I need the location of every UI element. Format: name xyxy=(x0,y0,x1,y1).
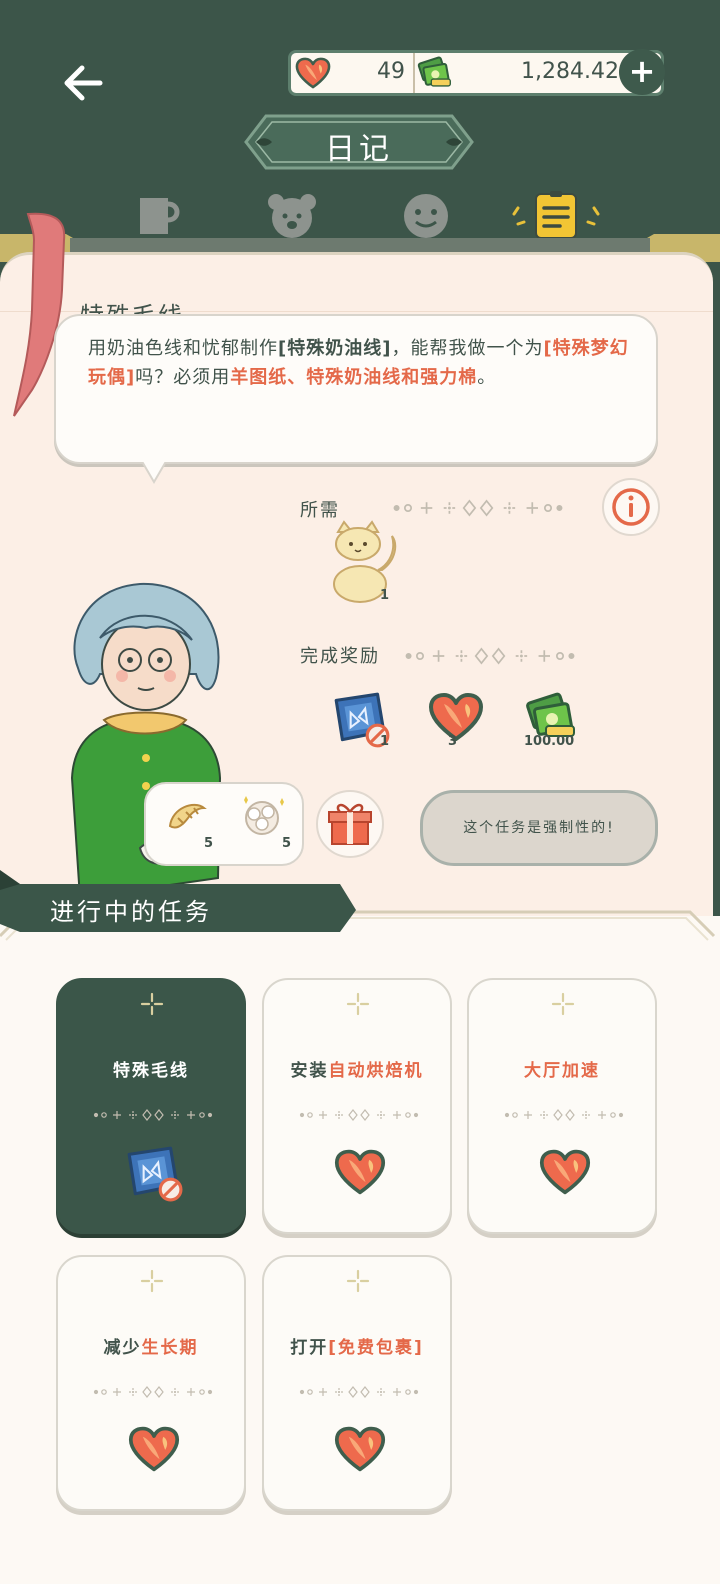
heart-icon xyxy=(539,1148,591,1196)
task-card-reduce-growth[interactable]: 减少生长期 xyxy=(56,1255,246,1511)
heart-icon xyxy=(295,55,331,91)
dialog-bubble: 用奶油色线和忧郁制作[特殊奶油线]，能帮我做一个为[特殊梦幻玩偶]吗？必须用羊图… xyxy=(54,314,658,464)
card-title-part: 安装 xyxy=(290,1061,329,1081)
card-title-highlight: 自动烘焙机 xyxy=(328,1061,424,1081)
sparkle-icon xyxy=(346,1269,370,1293)
back-button[interactable] xyxy=(58,58,108,108)
divider xyxy=(393,499,563,517)
divider xyxy=(299,1108,419,1122)
dialog-text-part: 。 xyxy=(477,367,497,388)
card-title-part: 减少 xyxy=(103,1338,142,1358)
divider xyxy=(93,1108,213,1122)
card-title: 安装自动烘焙机 xyxy=(264,1056,450,1081)
arrow-left-icon xyxy=(64,65,103,101)
bubble-tail xyxy=(140,458,170,484)
cotton-icon xyxy=(244,796,284,835)
info-button[interactable] xyxy=(602,478,660,536)
resource-bar: 49 1,284.42 + xyxy=(288,49,665,96)
gift-qty: 5 xyxy=(204,836,214,851)
money-icon xyxy=(415,55,453,91)
card-title: 打开[免费包裹] xyxy=(264,1333,450,1358)
card-title-part: 打开 xyxy=(290,1338,329,1358)
section-title: 进行中的任务 xyxy=(50,898,212,926)
dialog-text-part: ，能帮我做一个为 xyxy=(391,338,544,359)
divider xyxy=(299,1385,419,1399)
gift-items-bubble: 5 5 xyxy=(144,782,304,866)
reward-qty: 1 xyxy=(380,734,390,749)
reward-qty: 100.00 xyxy=(524,734,575,749)
task-card-special-yarn[interactable]: 特殊毛线 xyxy=(56,978,246,1234)
heart-icon xyxy=(334,1148,386,1196)
info-icon xyxy=(612,488,650,526)
page-title: 日记 xyxy=(325,132,393,167)
card-title: 大厅加速 xyxy=(524,1061,600,1081)
dialog-highlight: [特殊奶油线] xyxy=(278,338,392,359)
dialog-highlight: 羊图纸、特殊奶油线和强力棉 xyxy=(230,367,478,388)
card-title-highlight: [免费包裹] xyxy=(328,1338,424,1358)
sparkle-icon xyxy=(140,1269,164,1293)
card-title: 特殊毛线 xyxy=(113,1061,189,1081)
sparkle-icon xyxy=(551,992,575,1016)
card-title-highlight: 生长期 xyxy=(141,1338,199,1358)
divider xyxy=(93,1385,213,1399)
reward-qty: 3 xyxy=(448,734,458,749)
gift-icon xyxy=(328,803,372,845)
card-title: 减少生长期 xyxy=(58,1333,244,1358)
required-qty: 1 xyxy=(380,588,390,603)
gift-qty: 5 xyxy=(282,836,292,851)
dialog-text: 用奶油色线和忧郁制作[特殊奶油线]，能帮我做一个为[特殊梦幻玩偶]吗？必须用羊图… xyxy=(88,334,636,392)
heart-icon xyxy=(128,1425,180,1473)
divider xyxy=(504,1108,624,1122)
add-money-button[interactable]: + xyxy=(619,49,665,95)
blueprint-icon xyxy=(122,1144,186,1202)
reward-label: 完成奖励 xyxy=(300,646,380,667)
mandatory-task-button[interactable]: 这个任务是强制性的! xyxy=(420,790,658,866)
task-card-auto-baker[interactable]: 安装自动烘焙机 xyxy=(262,978,452,1234)
sparkle-icon xyxy=(140,992,164,1016)
divider xyxy=(405,647,575,665)
gift-button[interactable] xyxy=(316,790,384,858)
lives-count: 49 xyxy=(377,59,405,84)
sparkle-icon xyxy=(346,992,370,1016)
required-label: 所需 xyxy=(300,500,340,521)
task-card-free-package[interactable]: 打开[免费包裹] xyxy=(262,1255,452,1511)
dialog-text-part: 吗？必须用 xyxy=(135,367,231,388)
money-count: 1,284.42 xyxy=(521,59,619,84)
dialog-text-part: 用奶油色线和忧郁制作 xyxy=(88,338,278,359)
task-card-hall-speedup[interactable]: 大厅加速 xyxy=(467,978,657,1234)
heart-icon xyxy=(334,1425,386,1473)
